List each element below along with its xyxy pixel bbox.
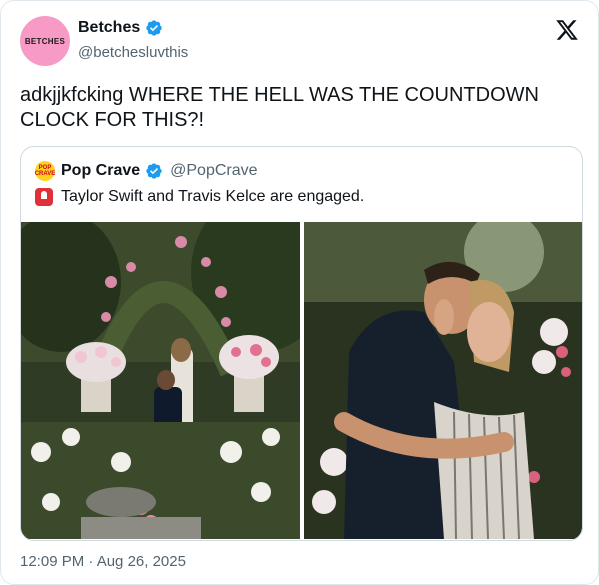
quoted-handle: @PopCrave <box>170 162 258 179</box>
photo-couple-closeup[interactable] <box>304 222 582 539</box>
x-logo-icon[interactable] <box>555 18 579 42</box>
quoted-avatar[interactable]: POP CRAVE <box>35 161 55 181</box>
tweet-card: BETCHES Betches @betchesluvthis adkjjkfc… <box>0 0 599 585</box>
author-name: Betches <box>78 19 141 36</box>
quoted-name-row[interactable]: Pop Crave @PopCrave <box>61 162 258 180</box>
quoted-avatar-text: POP CRAVE <box>34 165 56 177</box>
quoted-text-row: Taylor Swift and Travis Kelce are engage… <box>35 188 364 206</box>
author-name-row[interactable]: Betches <box>78 19 163 37</box>
tweet-timestamp[interactable]: 12:09 PM · Aug 26, 2025 <box>20 553 186 570</box>
quoted-text: Taylor Swift and Travis Kelce are engage… <box>61 188 365 205</box>
verified-badge-icon <box>146 20 162 36</box>
verified-badge-icon <box>146 163 162 179</box>
quoted-name: Pop Crave <box>61 162 141 179</box>
quoted-tweet[interactable]: POP CRAVE Pop Crave @PopCrave Taylor Swi… <box>20 146 583 541</box>
author-avatar-text: BETCHES <box>24 36 66 46</box>
tweet-text: adkjjkfcking WHERE THE HELL WAS THE COUN… <box>20 84 539 131</box>
author-handle[interactable]: @betchesluvthis <box>78 44 188 61</box>
photo-garden-proposal[interactable] <box>21 222 300 539</box>
author-avatar[interactable]: BETCHES <box>20 16 70 66</box>
siren-emoji-icon <box>35 188 53 206</box>
